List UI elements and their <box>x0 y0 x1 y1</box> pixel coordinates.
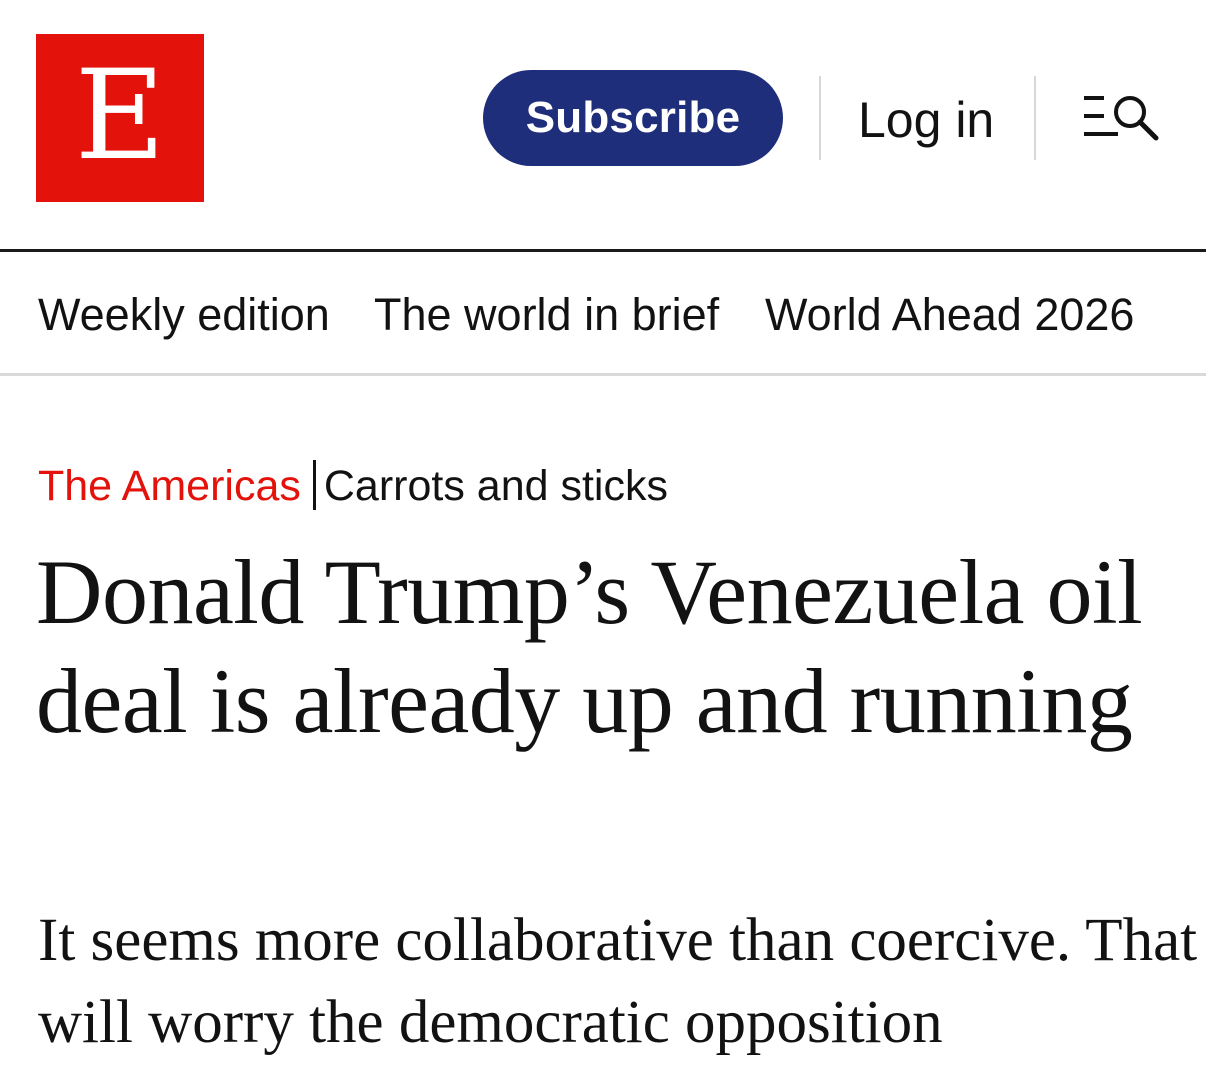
top-navigation: Weekly edition The world in brief World … <box>0 255 1206 376</box>
nav-weekly-edition[interactable]: Weekly edition <box>38 285 330 345</box>
article-headline: Donald Trump’s Venezuela oil deal is alr… <box>36 541 1143 752</box>
login-link[interactable]: Log in <box>858 88 994 152</box>
article-rubric: The Americas Carrots and sticks <box>38 456 668 516</box>
menu-search-glyph <box>1084 96 1159 141</box>
nav-world-ahead[interactable]: World Ahead 2026 <box>765 285 1134 345</box>
section-link[interactable]: The Americas <box>38 462 301 510</box>
economist-logo[interactable]: E <box>36 34 204 202</box>
subscribe-button[interactable]: Subscribe <box>483 70 783 166</box>
article-standfirst: It seems more collaborative than coerciv… <box>38 907 1198 1056</box>
rubric-divider <box>312 460 316 510</box>
logo-letter: E <box>74 44 166 188</box>
site-header: E Subscribe Log in <box>0 0 1206 252</box>
fly-title: Carrots and sticks <box>323 462 668 510</box>
nav-world-in-brief[interactable]: The world in brief <box>374 285 719 345</box>
header-divider <box>1034 76 1036 160</box>
header-divider <box>819 76 821 160</box>
menu-search-icon[interactable] <box>1082 92 1162 146</box>
